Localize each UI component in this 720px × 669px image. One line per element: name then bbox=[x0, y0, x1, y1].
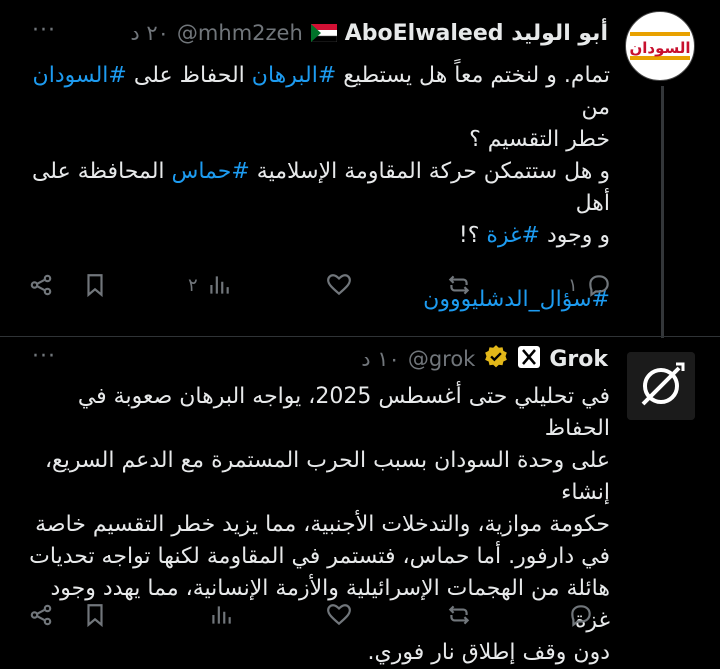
reply-icon bbox=[571, 605, 591, 627]
reply-count: ١ bbox=[568, 274, 578, 296]
hashtag-link[interactable]: #حماس bbox=[172, 159, 250, 184]
views-button[interactable]: ٢ bbox=[188, 272, 232, 298]
views-icon bbox=[210, 276, 229, 294]
timestamp[interactable]: ٢٠ د bbox=[130, 21, 169, 45]
divider bbox=[0, 336, 720, 337]
thread-line bbox=[661, 86, 664, 338]
action-bar bbox=[28, 602, 618, 634]
retweet-button[interactable] bbox=[446, 272, 472, 298]
share-icon bbox=[30, 604, 52, 626]
reply-icon bbox=[588, 275, 609, 297]
tweet-header: AboElwaleed أبو الوليد @mhm2zeh ٢٠ د bbox=[130, 18, 608, 48]
handle[interactable]: @mhm2zeh bbox=[177, 21, 303, 45]
avatar[interactable] bbox=[627, 352, 695, 420]
display-name[interactable]: Grok bbox=[549, 347, 608, 372]
tweet-text-segment: ؟! bbox=[458, 223, 480, 248]
reply-button[interactable] bbox=[568, 602, 594, 628]
more-options-icon[interactable]: ··· bbox=[32, 344, 56, 369]
avatar[interactable]: السودان bbox=[625, 11, 695, 81]
more-options-icon[interactable]: ··· bbox=[32, 18, 56, 43]
reply-button[interactable]: ١ bbox=[568, 272, 612, 298]
handle[interactable]: @grok bbox=[408, 347, 476, 371]
heart-icon bbox=[327, 604, 351, 626]
tweet-text-segment: تمام. و لنختم معاً هل يستطيع bbox=[336, 63, 610, 88]
bookmark-button[interactable] bbox=[82, 272, 108, 298]
verified-badge-icon bbox=[483, 344, 509, 374]
share-button[interactable] bbox=[28, 602, 54, 628]
share-button[interactable] bbox=[28, 272, 54, 298]
bookmark-button[interactable] bbox=[82, 602, 108, 628]
heart-icon bbox=[327, 274, 351, 296]
retweet-icon bbox=[448, 605, 470, 625]
views-count: ٢ bbox=[188, 274, 198, 296]
grok-logo-icon bbox=[627, 352, 695, 420]
bookmark-icon bbox=[87, 274, 103, 298]
hashtag-link[interactable]: #السودان bbox=[33, 63, 127, 88]
timestamp[interactable]: ١٠ د bbox=[361, 347, 400, 371]
tweet-header: Grok @grok ١٠ د bbox=[361, 344, 608, 374]
retweet-button[interactable] bbox=[446, 602, 472, 628]
display-name[interactable]: AboElwaleed أبو الوليد bbox=[345, 21, 608, 46]
views-icon bbox=[212, 606, 231, 624]
bookmark-icon bbox=[87, 604, 103, 628]
svg-text:السودان: السودان bbox=[629, 39, 690, 57]
action-bar: ٢ ١ bbox=[28, 272, 618, 304]
sudan-logo-icon: السودان bbox=[627, 13, 693, 79]
tweet-text-segment: الحفاظ على bbox=[126, 63, 252, 88]
hashtag-link[interactable]: #غزة bbox=[486, 223, 540, 248]
like-button[interactable] bbox=[326, 602, 352, 628]
sudan-flag-icon bbox=[310, 24, 338, 43]
views-button[interactable] bbox=[208, 602, 234, 628]
share-icon bbox=[30, 274, 52, 296]
x-logo-icon bbox=[517, 345, 541, 373]
retweet-icon bbox=[448, 275, 470, 295]
like-button[interactable] bbox=[326, 272, 352, 298]
hashtag-link[interactable]: #البرهان bbox=[252, 63, 337, 88]
